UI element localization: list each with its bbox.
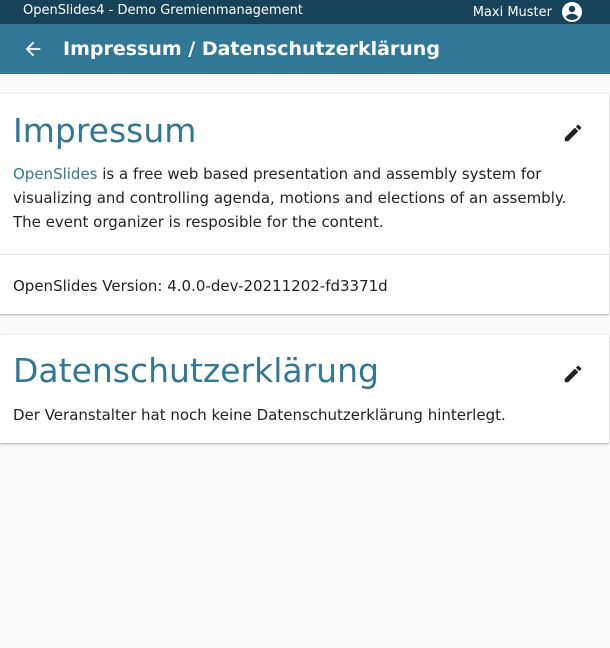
page-toolbar: Impressum / Datenschutzerklärung xyxy=(0,24,610,74)
pencil-icon xyxy=(564,124,582,142)
back-button[interactable] xyxy=(17,33,49,65)
privacy-card: Datenschutzerklärung Der Veranstalter ha… xyxy=(0,335,609,443)
top-bar: OpenSlides4 - Demo Gremienmanagement Max… xyxy=(0,0,610,24)
app-title: OpenSlides4 - Demo Gremienmanagement xyxy=(23,3,303,18)
openslides-link[interactable]: OpenSlides xyxy=(13,165,98,183)
page-title: Impressum / Datenschutzerklärung xyxy=(63,38,440,60)
user-name: Maxi Muster xyxy=(472,4,552,20)
privacy-heading: Datenschutzerklärung xyxy=(13,351,379,390)
divider xyxy=(0,254,609,255)
account-circle-icon xyxy=(562,2,582,22)
user-menu-button[interactable]: Maxi Muster xyxy=(473,0,584,24)
pencil-icon xyxy=(564,365,582,383)
privacy-text: Der Veranstalter hat noch keine Datensch… xyxy=(13,406,506,424)
edit-impressum-button[interactable] xyxy=(557,117,589,149)
impressum-card: Impressum OpenSlides is a free web based… xyxy=(0,94,609,314)
arrow-back-icon xyxy=(25,41,41,57)
impressum-heading: Impressum xyxy=(13,111,197,150)
version-text: OpenSlides Version: 4.0.0-dev-20211202-f… xyxy=(13,277,388,295)
edit-privacy-button[interactable] xyxy=(557,358,589,390)
impressum-text: OpenSlides is a free web based presentat… xyxy=(13,162,593,234)
